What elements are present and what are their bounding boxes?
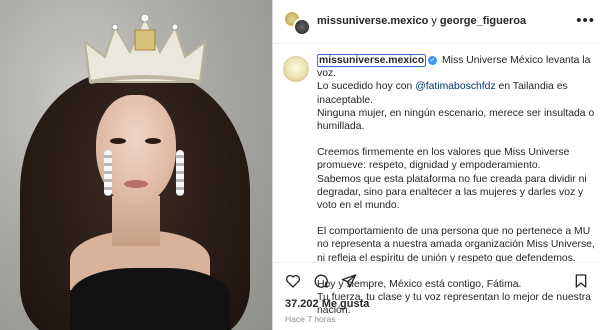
header-connector: y <box>428 15 440 27</box>
collab-avatars[interactable] <box>283 10 313 36</box>
header-user2-link[interactable]: george_figueroa <box>440 15 526 27</box>
caption-line3: Ninguna mujer, en ningún escenario, mere… <box>317 107 595 133</box>
post-detail-panel: missuniverse.mexico y george_figueroa ••… <box>272 0 600 330</box>
caption-avatar[interactable] <box>283 56 309 82</box>
comment-icon[interactable] <box>313 273 329 289</box>
caption-paragraph-2: Creemos firmemente en los valores que Mi… <box>317 146 599 212</box>
avatar-george[interactable] <box>293 18 311 36</box>
post-actions <box>273 262 600 298</box>
heart-icon[interactable] <box>285 273 301 289</box>
share-icon[interactable] <box>341 273 357 289</box>
post-timestamp[interactable]: Hace 7 horas <box>285 314 336 324</box>
verified-badge-icon: ✓ <box>428 55 438 65</box>
post-header: missuniverse.mexico y george_figueroa ••… <box>273 0 600 44</box>
collab-title: missuniverse.mexico y george_figueroa <box>317 15 526 27</box>
right-earring <box>176 150 184 196</box>
caption-paragraph-3: El comportamiento de una persona que no … <box>317 226 595 264</box>
left-earring <box>104 150 112 196</box>
caption-username-link[interactable]: missuniverse.mexico <box>317 54 427 67</box>
header-user1-link[interactable]: missuniverse.mexico <box>317 15 428 27</box>
crown-icon <box>83 13 207 84</box>
black-dress <box>70 268 230 330</box>
lips <box>124 180 148 188</box>
mention-link[interactable]: @fatimaboschfdz <box>415 81 495 92</box>
caption-p2a: Creemos firmemente en los valores que Mi… <box>317 147 570 172</box>
post-photo[interactable] <box>0 0 272 330</box>
caption-paragraph-1: missuniverse.mexico ✓ Miss Universe Méxic… <box>317 54 599 133</box>
bookmark-icon[interactable] <box>573 273 589 289</box>
caption-p2b: Sabemos que esta plataforma no fue cread… <box>317 173 587 212</box>
more-dots-icon[interactable]: ••• <box>576 12 595 29</box>
right-eye <box>145 138 161 144</box>
left-eye <box>110 138 126 144</box>
likes-count[interactable]: 37.202 Me gusta <box>285 298 369 310</box>
caption-line2-pre: Lo sucedido hoy con <box>317 81 416 93</box>
